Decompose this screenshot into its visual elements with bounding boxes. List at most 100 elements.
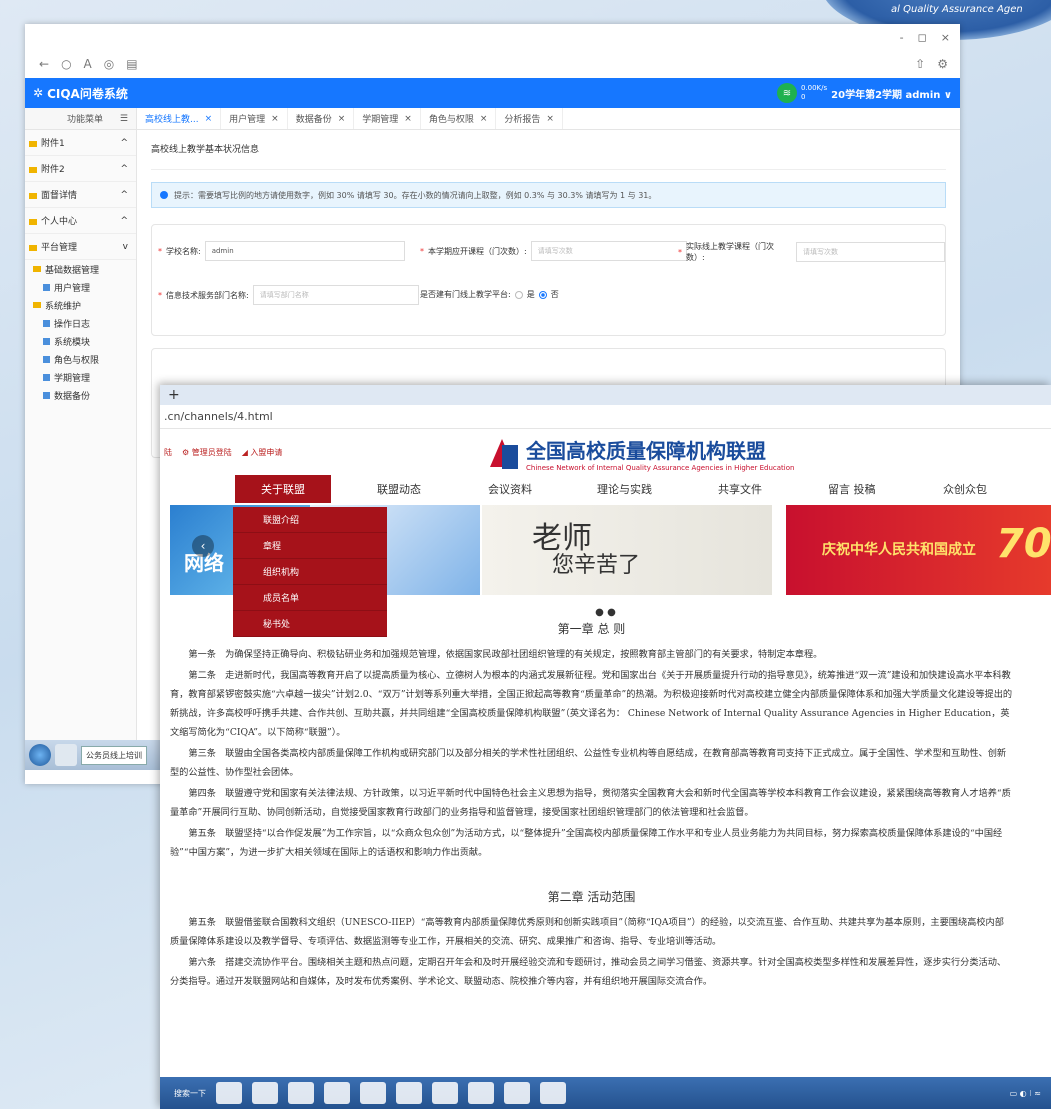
excel-icon[interactable] [324, 1082, 350, 1104]
tab-label: 分析报告 [504, 115, 541, 125]
tab-close-icon[interactable]: × [480, 114, 488, 124]
carousel-prev-icon[interactable]: ‹ [192, 535, 214, 557]
online-input[interactable]: 请填写次数 [795, 242, 945, 262]
browser-icon[interactable] [360, 1082, 386, 1104]
sidebar-item-inspection[interactable]: 面督详情 ^ [25, 182, 136, 208]
powerpoint-icon[interactable] [468, 1082, 494, 1104]
minimize-button[interactable]: - [900, 31, 904, 44]
radio-yes[interactable] [514, 290, 523, 299]
taskbar-search[interactable]: 搜索一下 [174, 1088, 206, 1099]
sidebar-sub-maintenance[interactable]: 系统维护 [25, 296, 136, 314]
banner-anniversary[interactable]: 庆祝中华人民共和国成立 70 [786, 505, 1051, 595]
nav-meetings[interactable]: 会议资料 [488, 475, 532, 503]
tab-close-icon[interactable]: × [546, 114, 554, 124]
tab-close-icon[interactable]: × [205, 114, 213, 124]
login-link[interactable]: 陆 [164, 447, 172, 458]
sidebar-sub-backup[interactable]: 数据备份 [25, 386, 136, 404]
dropdown-secretariat[interactable]: 秘书处 [233, 611, 387, 637]
sidebar-sub-logs[interactable]: 操作日志 [25, 314, 136, 332]
school-row: * 学校名称: admin [158, 241, 405, 261]
wifi-icon[interactable]: ≋ [776, 83, 797, 103]
media-icon[interactable] [288, 1082, 314, 1104]
courses-label: 本学期应开课程（门次数）: [428, 246, 527, 256]
nav-shared-files[interactable]: 共享文件 [718, 475, 762, 503]
tab-data-backup[interactable]: 数据备份 × [288, 108, 355, 129]
site-logo[interactable]: 全国高校质量保障机构联盟 Chinese Network of Internal… [490, 435, 794, 472]
read-mode-icon[interactable]: ◎ [104, 57, 114, 71]
tab-online-teaching[interactable]: 高校线上教... × [137, 108, 222, 129]
settings-icon[interactable]: ⚙ [937, 57, 948, 71]
dept-input[interactable]: 请填写部门名称 [252, 285, 419, 305]
refresh-icon[interactable]: ○ [61, 57, 71, 71]
tab-user-management[interactable]: 用户管理 × [221, 108, 288, 129]
nav-crowd[interactable]: 众创众包 [943, 475, 987, 503]
banner-anniversary-number: 70 [996, 521, 1051, 567]
share-icon[interactable]: ⇧ [915, 57, 925, 71]
word-icon[interactable] [432, 1082, 458, 1104]
dropdown-charter[interactable]: 章程 [233, 533, 387, 559]
tab-reports[interactable]: 分析报告 × [496, 108, 563, 129]
dropdown-intro[interactable]: 联盟介绍 [233, 507, 387, 533]
sidebar-sub-label: 基础数据管理 [45, 265, 100, 276]
admin-login-label: 管理员登陆 [191, 447, 232, 457]
admin-login-link[interactable]: ⚙ 管理员登陆 [182, 447, 232, 458]
sidebar-sub-modules[interactable]: 系统模块 [25, 332, 136, 350]
address-bar[interactable]: .cn/channels/4.html [160, 405, 1051, 429]
tab-semester[interactable]: 学期管理 × [354, 108, 421, 129]
start-button[interactable] [29, 744, 51, 766]
school-input[interactable]: admin [204, 241, 405, 261]
banner-teacher[interactable]: 老师 您辛苦了 [482, 505, 772, 595]
tab-close-icon[interactable]: × [338, 114, 346, 124]
sidebar: 附件1 ^ 附件2 ^ 面督详情 ^ 个人中心 ^ 平台管理 v 基础数据管理 用户管理 … [25, 130, 137, 770]
sidebar-sub-roles[interactable]: 角色与权限 [25, 350, 136, 368]
dropdown-members[interactable]: 成员名单 [233, 585, 387, 611]
info-icon [160, 191, 168, 199]
tab-label: 学期管理 [362, 115, 399, 125]
system-tray[interactable]: ▭ ◐ ⁝ ≈ [1010, 1089, 1041, 1098]
pdf-icon[interactable] [540, 1082, 566, 1104]
tab-bar: 功能菜单 ☰ 高校线上教... × 用户管理 × 数据备份 × 学期管理 × 角色与权限… [25, 108, 960, 130]
back-icon[interactable]: ← [39, 57, 49, 71]
sidebar-sub-semester[interactable]: 学期管理 [25, 368, 136, 386]
sidebar-item-attachment2[interactable]: 附件2 ^ [25, 156, 136, 182]
bookmark-icon[interactable]: ▤ [126, 57, 137, 71]
folder-icon [29, 166, 37, 173]
taskbar-item[interactable]: 公务员线上培训 [81, 745, 147, 765]
nav-theory[interactable]: 理论与实践 [597, 475, 652, 503]
nav-about[interactable]: 关于联盟 [235, 475, 331, 503]
sidebar-sub-users[interactable]: 用户管理 [25, 278, 136, 296]
user-menu[interactable]: 20学年第2学期 admin ∨ [831, 86, 952, 101]
tab-roles[interactable]: 角色与权限 × [421, 108, 497, 129]
nav-news[interactable]: 联盟动态 [377, 475, 421, 503]
nav-message[interactable]: 留言 投稿 [828, 475, 876, 503]
back-taskbar: 公务员线上培训 [25, 740, 175, 770]
chat-icon[interactable] [504, 1082, 530, 1104]
tab-label: 角色与权限 [428, 115, 474, 125]
article-paragraph: 第三条 联盟由全国各类高校内部质量保障工作机构或研究部门以及部分相关的学术性社团… [170, 748, 1007, 778]
menu-header: 功能菜单 ☰ [25, 108, 137, 129]
grid-icon [43, 373, 50, 381]
hint-text: 提示：需要填写比例的地方请使用数字，例如 30% 请填写 30。存在小数的情况请… [174, 190, 657, 200]
dropdown-org[interactable]: 组织机构 [233, 559, 387, 585]
radio-no[interactable] [538, 290, 547, 299]
sidebar-item-attachment1[interactable]: 附件1 ^ [25, 130, 136, 156]
reader-icon[interactable]: A [84, 57, 92, 71]
ie-icon[interactable] [216, 1082, 242, 1104]
sidebar-sub-basic-data[interactable]: 基础数据管理 [25, 260, 136, 278]
sidebar-sub-label: 操作日志 [54, 319, 91, 330]
app-icon[interactable] [55, 744, 77, 766]
tab-close-icon[interactable]: × [271, 114, 279, 124]
site-header: 陆 ⚙ 管理员登陆 ◢ 入盟申请 全国高校质量保障机构联盟 Chinese Ne… [160, 429, 1051, 475]
sidebar-item-platform[interactable]: 平台管理 v [25, 234, 136, 260]
sidebar-item-personal[interactable]: 个人中心 ^ [25, 208, 136, 234]
menu-toggle-icon[interactable]: ☰ [120, 114, 128, 124]
folder-icon[interactable] [252, 1082, 278, 1104]
main-nav: 关于联盟 联盟动态 会议资料 理论与实践 共享文件 留言 投稿 众创众包 [160, 475, 1051, 503]
chrome-icon[interactable] [396, 1082, 422, 1104]
tab-close-icon[interactable]: × [404, 114, 412, 124]
join-link[interactable]: ◢ 入盟申请 [242, 447, 283, 458]
courses-input[interactable]: 请填写次数 [530, 241, 687, 261]
new-tab-button[interactable]: + [168, 387, 180, 403]
restore-button[interactable]: ◻ [918, 31, 927, 44]
close-button[interactable]: × [941, 31, 950, 44]
